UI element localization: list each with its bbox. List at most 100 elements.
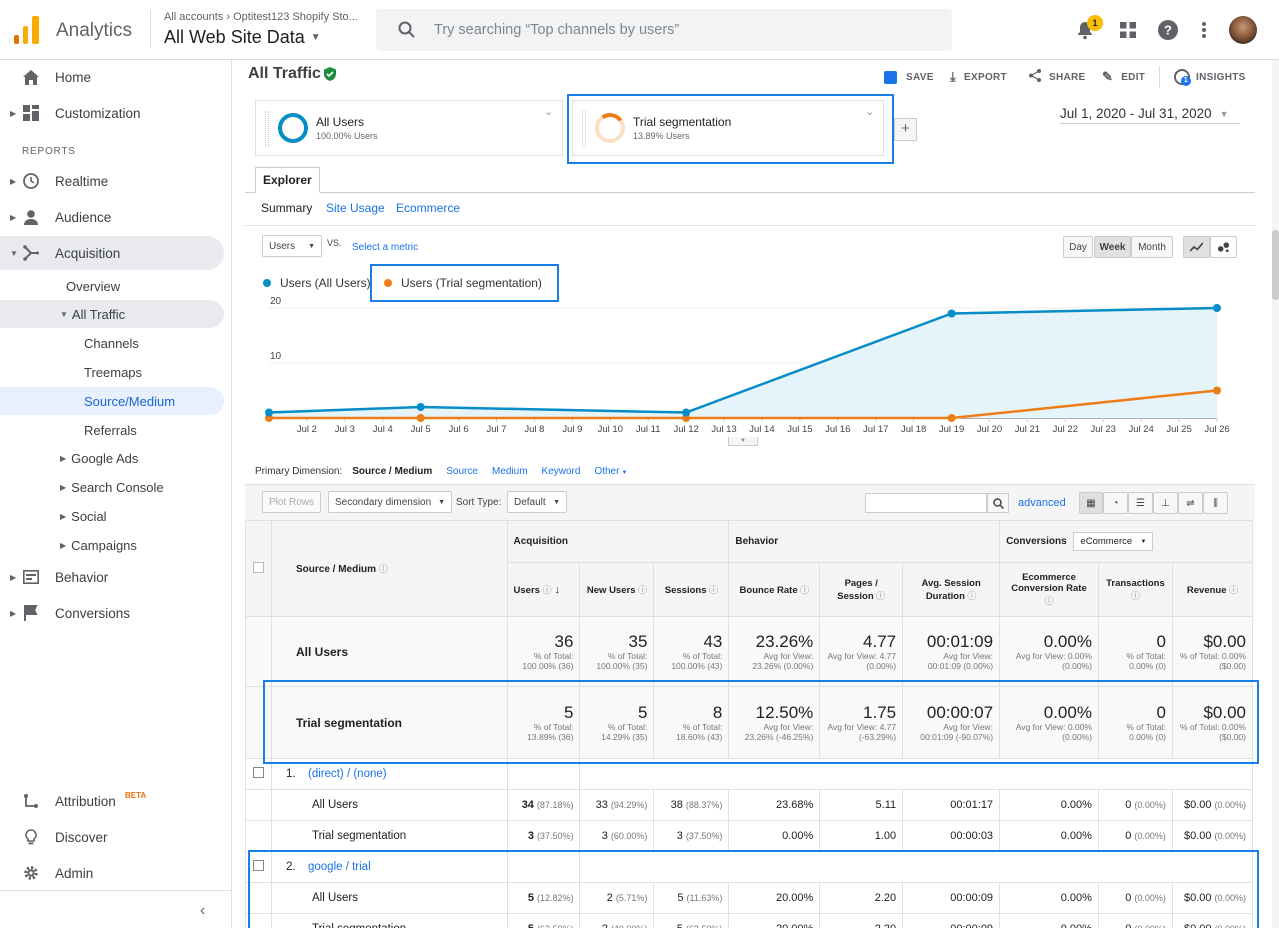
date-range-selector[interactable]: Jul 1, 2020 - Jul 31, 2020 ▼	[1060, 104, 1240, 124]
dimension-source-medium[interactable]: Source / Medium	[352, 466, 432, 477]
dimension-medium[interactable]: Medium	[492, 466, 528, 477]
metric-percent: (0.00%)	[1214, 831, 1246, 841]
performance-view-icon[interactable]: ☰	[1128, 492, 1153, 514]
search-icon[interactable]	[987, 493, 1009, 513]
column-header[interactable]: Pages / Session ⓘ	[819, 562, 904, 617]
advanced-filter-link[interactable]: advanced	[1018, 497, 1066, 509]
column-header[interactable]: Users ⓘ ↓	[506, 562, 581, 617]
column-header[interactable]: Ecommerce Conversion Rate ⓘ	[999, 562, 1099, 617]
column-header[interactable]: Sessions ⓘ	[653, 562, 730, 617]
sidebar-item-customization[interactable]: ▶ Customization	[0, 96, 224, 130]
conversion-type-dropdown[interactable]: eCommerce ▼	[1073, 532, 1154, 551]
sidebar-item-audience[interactable]: ▶ Audience	[0, 200, 224, 234]
sidebar-item-source-medium[interactable]: Source/Medium	[0, 387, 224, 415]
help-icon[interactable]: ?	[1158, 20, 1178, 40]
row-index: 1.	[285, 768, 296, 780]
sidebar-item-search-console[interactable]: ▶ Search Console	[0, 473, 224, 501]
sidebar-item-channels[interactable]: Channels	[0, 329, 224, 357]
tab-explorer[interactable]: Explorer	[255, 167, 320, 193]
sidebar-item-label: Channels	[84, 335, 139, 351]
metric-value: 38	[670, 799, 683, 811]
row-dimension-link[interactable]: (direct) / (none)	[308, 768, 387, 780]
column-header-label: Transactions	[1106, 577, 1165, 589]
subtab-summary[interactable]: Summary	[261, 201, 312, 215]
metric-value: 5.11	[875, 799, 897, 811]
sidebar-item-social[interactable]: ▶ Social	[0, 502, 224, 530]
dimension-header-label: Source / Medium	[295, 564, 376, 575]
sidebar-item-conversions[interactable]: ▶ Conversions	[0, 596, 224, 630]
select-metric-link[interactable]: Select a metric	[352, 242, 418, 253]
chevron-down-icon[interactable]: ⌄	[544, 105, 553, 118]
column-header-label: Pages / Session	[837, 577, 878, 602]
select-all-checkbox[interactable]	[245, 520, 272, 617]
sidebar-item-google-ads[interactable]: ▶ Google Ads	[0, 444, 224, 472]
segment-card-all-users[interactable]: All Users 100.00% Users ⌄	[255, 100, 563, 156]
line-chart-toggle-icon[interactable]	[1183, 236, 1210, 258]
secondary-dimension-dropdown[interactable]: Secondary dimension ▼	[328, 491, 452, 513]
subtab-site-usage[interactable]: Site Usage	[326, 201, 385, 215]
search-box[interactable]: Try searching “Top channels by users”	[376, 9, 952, 51]
dimension-header[interactable]: Source / Medium ⓘ	[270, 520, 508, 617]
data-point	[416, 414, 425, 422]
dashboard-icon	[22, 104, 40, 122]
avatar[interactable]	[1229, 16, 1257, 44]
analytics-logo-icon[interactable]	[14, 16, 40, 44]
term-cloud-view-icon[interactable]: ⇌	[1178, 492, 1203, 514]
column-header[interactable]: Transactions ⓘ	[1097, 562, 1173, 617]
legend-item-all-users[interactable]: Users (All Users)	[263, 276, 371, 290]
dimension-source[interactable]: Source	[446, 466, 478, 477]
property-selector[interactable]: All Web Site Data ▼	[164, 27, 321, 48]
dimension-other[interactable]: Other ▼	[594, 466, 627, 477]
chevron-right-icon: ▶	[10, 212, 17, 222]
sidebar-item-all-traffic[interactable]: ▼ All Traffic	[0, 300, 224, 328]
dimension-keyword[interactable]: Keyword	[542, 466, 581, 477]
save-button[interactable]: SAVE	[884, 68, 934, 86]
sidebar-item-realtime[interactable]: ▶ Realtime	[0, 164, 224, 198]
table-search-input[interactable]	[865, 493, 987, 513]
pie-view-icon[interactable]: ◔	[1103, 492, 1128, 514]
metric-selector[interactable]: Users ▼	[262, 235, 322, 257]
sidebar-item-behavior[interactable]: ▶ Behavior	[0, 560, 224, 594]
x-tick-label: Jul 3	[335, 424, 355, 435]
comparison-view-icon[interactable]: ⊥	[1153, 492, 1178, 514]
sidebar-item-discover[interactable]: Discover	[0, 820, 224, 854]
table-view-icon[interactable]: ▦	[1079, 492, 1103, 514]
column-header[interactable]: Avg. Session Duration ⓘ	[902, 562, 1001, 617]
export-button[interactable]: ⤓ EXPORT	[950, 68, 1007, 86]
day-button[interactable]: Day	[1063, 236, 1093, 258]
sidebar-item-attribution[interactable]: Attribution BETA	[0, 784, 224, 818]
sidebar-item-label: Social	[71, 508, 107, 524]
chart-resize-handle-icon[interactable]: ▼	[728, 437, 758, 446]
scrollbar[interactable]	[1272, 60, 1279, 928]
apps-grid-icon[interactable]	[1118, 20, 1138, 40]
edit-button[interactable]: ✎ EDIT	[1102, 68, 1145, 86]
insights-button[interactable]: 1 INSIGHTS	[1174, 68, 1246, 86]
sort-type-dropdown[interactable]: Default ▼	[507, 491, 567, 513]
sort-arrow-icon[interactable]: ↓	[551, 584, 561, 596]
collapse-sidebar-icon[interactable]: ‹	[200, 902, 205, 920]
subtab-ecommerce[interactable]: Ecommerce	[396, 201, 460, 215]
motion-chart-toggle-icon[interactable]	[1210, 236, 1237, 258]
month-button[interactable]: Month	[1131, 236, 1173, 258]
sidebar-item-campaigns[interactable]: ▶ Campaigns	[0, 531, 224, 559]
week-button[interactable]: Week	[1094, 236, 1131, 258]
sidebar-item-treemaps[interactable]: Treemaps	[0, 358, 224, 386]
sidebar-item-admin[interactable]: Admin	[0, 856, 224, 890]
sidebar-item-home[interactable]: Home	[0, 60, 224, 94]
dimension-other-label: Other	[594, 466, 620, 477]
account-breadcrumb[interactable]: All accounts › Optitest123 Shopify Sto..…	[164, 11, 358, 23]
column-header[interactable]: Bounce Rate ⓘ	[728, 562, 821, 617]
column-header[interactable]: Revenue ⓘ	[1171, 562, 1254, 617]
plot-rows-button[interactable]: Plot Rows	[262, 491, 322, 513]
segment-name: All Users	[316, 115, 365, 129]
more-vert-icon[interactable]	[1194, 20, 1214, 40]
pivot-view-icon[interactable]: ⫼	[1203, 492, 1228, 514]
sidebar-item-referrals[interactable]: Referrals	[0, 416, 224, 444]
y-tick-label: 10	[270, 351, 282, 362]
sidebar-item-acquisition[interactable]: ▼ Acquisition	[0, 236, 224, 270]
share-button[interactable]: SHARE	[1029, 68, 1086, 86]
row-checkbox[interactable]	[252, 767, 264, 778]
sidebar-item-overview[interactable]: Overview	[0, 272, 224, 300]
add-segment-button[interactable]: +	[894, 118, 917, 141]
column-header[interactable]: New Users ⓘ	[579, 562, 655, 617]
